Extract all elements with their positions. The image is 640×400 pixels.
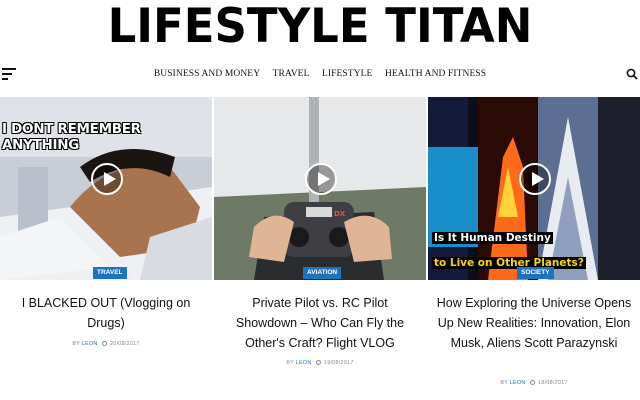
site-logo[interactable]: LIFESTYLE TITAN [0, 0, 640, 53]
thumbnail-caption: I DONT REMEMBER ANYTHING [2, 121, 141, 153]
post-card: I DONT REMEMBER ANYTHING TRAVEL I BLACKE… [0, 97, 212, 400]
post-title[interactable]: Private Pilot vs. RC Pilot Showdown – Wh… [220, 293, 420, 353]
post-thumbnail[interactable]: DX [214, 97, 426, 280]
post-thumbnail[interactable]: Is It Human Destiny to Live on Other Pla… [428, 97, 640, 280]
play-icon[interactable] [305, 163, 337, 195]
category-badge[interactable]: TRAVEL [93, 267, 127, 279]
post-thumbnail[interactable]: I DONT REMEMBER ANYTHING [0, 97, 212, 280]
post-grid: I DONT REMEMBER ANYTHING TRAVEL I BLACKE… [0, 97, 640, 400]
author-link[interactable]: LEON [82, 341, 98, 347]
nav-item-travel[interactable]: TRAVEL [273, 69, 310, 79]
search-icon[interactable] [626, 68, 638, 80]
main-nav: BUSINESS AND MONEY TRAVEL LIFESTYLE HEAL… [0, 68, 640, 79]
category-badge[interactable]: AVIATION [303, 267, 342, 279]
by-label: BY [500, 380, 509, 386]
by-label: BY [72, 341, 81, 347]
nav-item-lifestyle[interactable]: LIFESTYLE [322, 69, 373, 79]
nav-item-health-and-fitness[interactable]: HEALTH AND FITNESS [385, 69, 486, 79]
play-icon[interactable] [519, 163, 551, 195]
category-badge[interactable]: SOCIETY [517, 267, 554, 279]
post-title[interactable]: I BLACKED OUT (Vlogging on Drugs) [6, 293, 206, 333]
post-meta: BY LEON 18/08/2017 [428, 380, 640, 386]
nav-item-business-and-money[interactable]: BUSINESS AND MONEY [154, 69, 260, 79]
post-meta: BY LEON 20/08/2017 [0, 341, 212, 347]
clock-icon [530, 380, 536, 386]
post-date: 18/08/2017 [538, 380, 568, 386]
post-date: 20/08/2017 [110, 341, 140, 347]
thumbnail-caption-line-2: to Live on Other Planets? [432, 257, 586, 269]
post-card: DX AVIATION Private Pilot vs. RC Pilot S… [214, 97, 426, 400]
clock-icon [316, 360, 322, 366]
author-link[interactable]: LEON [510, 380, 526, 386]
clock-icon [102, 341, 108, 347]
by-label: BY [286, 360, 295, 366]
post-title[interactable]: How Exploring the Universe Opens Up New … [434, 293, 634, 353]
post-meta: BY LEON 19/08/2017 [214, 360, 426, 366]
thumbnail-caption-line-1: Is It Human Destiny [432, 232, 553, 244]
author-link[interactable]: LEON [296, 360, 312, 366]
thumbnail-caption: DX [334, 210, 346, 218]
play-icon[interactable] [91, 163, 123, 195]
post-date: 19/08/2017 [324, 360, 354, 366]
post-card: Is It Human Destiny to Live on Other Pla… [428, 97, 640, 400]
